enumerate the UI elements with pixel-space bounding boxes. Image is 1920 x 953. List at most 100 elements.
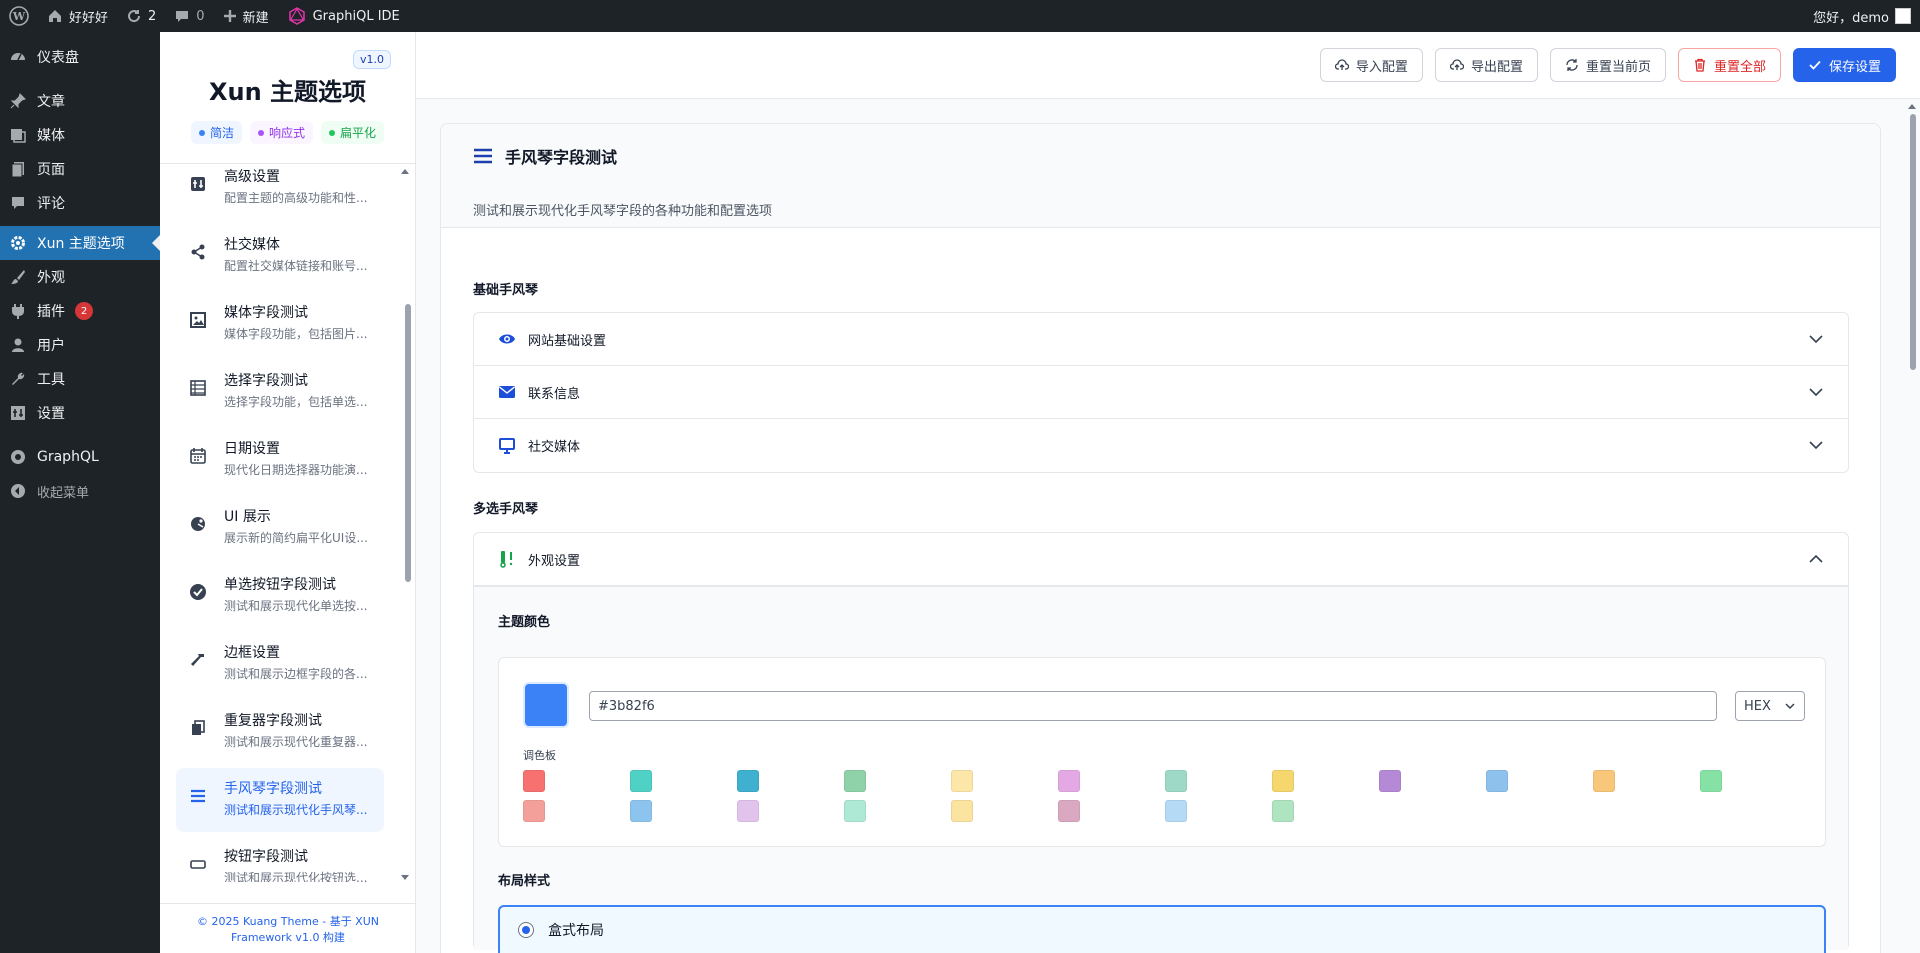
dashboard-icon xyxy=(9,48,27,66)
nav-item-advanced[interactable]: 高级设置 配置主题的高级功能和性... xyxy=(176,164,384,220)
main-scroll-up-arrow-icon[interactable] xyxy=(1908,104,1916,109)
menu-item-xun-theme-options[interactable]: Xun 主题选项 xyxy=(0,226,160,260)
accordion-item-social[interactable]: 社交媒体 xyxy=(474,419,1848,472)
accordion-item-contact[interactable]: 联系信息 xyxy=(474,366,1848,419)
options-toolbar: 导入配置 导出配置 重置当前页 重置全部 保存设置 xyxy=(416,32,1920,99)
menu-item-comments[interactable]: 评论 xyxy=(0,186,160,220)
comments-link[interactable]: 0 xyxy=(165,0,213,32)
palette-swatch[interactable] xyxy=(844,800,866,822)
palette-swatch[interactable] xyxy=(951,800,973,822)
menu-item-tools[interactable]: 工具 xyxy=(0,362,160,396)
nav-item-ui-showcase[interactable]: UI 展示 展示新的简约扁平化UI设... xyxy=(176,496,384,560)
collapse-icon xyxy=(9,482,27,500)
options-footer: © 2025 Kuang Theme - 基于 XUN Framework v1… xyxy=(160,903,416,953)
menu-item-settings[interactable]: 设置 xyxy=(0,396,160,430)
sidebar-scroll-thumb[interactable] xyxy=(405,304,411,582)
palette-swatch[interactable] xyxy=(1379,770,1401,792)
nav-item-social[interactable]: 社交媒体 配置社交媒体链接和账号... xyxy=(176,224,384,288)
main-scroll-thumb[interactable] xyxy=(1910,114,1916,370)
nav-item-button-fields[interactable]: 按钮字段测试 测试和展示现代化按钮选... xyxy=(176,836,384,882)
options-title: Xun 主题选项 xyxy=(208,78,367,106)
palette-swatch[interactable] xyxy=(737,800,759,822)
nav-desc: 测试和展示现代化手风琴... xyxy=(224,803,368,817)
accordion-item-appearance[interactable]: 外观设置 xyxy=(474,533,1848,586)
chevron-down-icon xyxy=(1809,335,1823,344)
nav-item-media-fields[interactable]: 媒体字段测试 媒体字段功能，包括图片... xyxy=(176,292,384,356)
media-icon xyxy=(9,126,27,144)
radio-selected[interactable] xyxy=(518,922,534,938)
palette-swatch[interactable] xyxy=(1058,770,1080,792)
nav-item-accordion[interactable]: 手风琴字段测试 测试和展示现代化手风琴... xyxy=(176,768,384,832)
accordion-panel-appearance: 主题颜色 HEX 调色板 布局样式 盒式布局 xyxy=(474,586,1848,953)
save-settings-button[interactable]: 保存设置 xyxy=(1792,48,1896,82)
color-preview-swatch[interactable] xyxy=(523,682,569,728)
refresh-icon xyxy=(128,10,141,23)
color-hex-input[interactable] xyxy=(589,691,1717,721)
new-content-link[interactable]: 新建 xyxy=(214,0,278,32)
nav-item-select-fields[interactable]: 选择字段测试 选择字段功能，包括单选... xyxy=(176,360,384,424)
collapse-menu-button[interactable]: 收起菜单 xyxy=(0,474,160,508)
palette-swatch[interactable] xyxy=(1058,800,1080,822)
chevron-down-icon xyxy=(1785,703,1795,710)
import-config-button[interactable]: 导入配置 xyxy=(1319,48,1423,82)
palette-swatch[interactable] xyxy=(1700,770,1722,792)
dot-icon xyxy=(257,129,264,136)
nav-item-radio-fields[interactable]: 单选按钮字段测试 测试和展示现代化单选按... xyxy=(176,564,384,628)
comment-icon xyxy=(176,11,189,22)
accordion-item-site-basic[interactable]: 网站基础设置 xyxy=(474,313,1848,366)
import-label: 导入配置 xyxy=(1355,59,1408,75)
site-name-link[interactable]: 好好好 xyxy=(38,0,117,32)
image-icon xyxy=(188,310,208,330)
scroll-down-arrow-icon[interactable] xyxy=(401,875,409,880)
menu-item-appearance[interactable]: 外观 xyxy=(0,260,160,294)
my-account-link[interactable]: 您好，demo xyxy=(1804,0,1920,32)
footer-line-2: Framework v1.0 构建 xyxy=(231,931,345,944)
nav-desc: 配置社交媒体链接和账号... xyxy=(224,259,368,273)
color-format-select[interactable]: HEX xyxy=(1735,691,1805,721)
menu-label: 页面 xyxy=(37,162,65,178)
wordpress-icon: W xyxy=(9,6,29,26)
menu-item-plugins[interactable]: 插件 2 xyxy=(0,294,160,328)
multi-accordion: 外观设置 主题颜色 HEX 调色板 布局样式 xyxy=(473,532,1849,953)
palette-swatch[interactable] xyxy=(737,770,759,792)
palette-swatch[interactable] xyxy=(1272,770,1294,792)
options-sidebar: v1.0 Xun 主题选项 简洁 响应式 扁平化 高级设置 配置主题的高级功能和性… xyxy=(160,32,416,953)
menu-item-media[interactable]: 媒体 xyxy=(0,118,160,152)
export-config-button[interactable]: 导出配置 xyxy=(1434,48,1538,82)
layout-option-boxed[interactable]: 盒式布局 xyxy=(498,905,1826,953)
sidebar-scrollbar[interactable] xyxy=(405,174,411,894)
menu-item-posts[interactable]: 文章 xyxy=(0,84,160,118)
version-badge: v1.0 xyxy=(352,50,391,69)
nav-item-date[interactable]: 日期设置 现代化日期选择器功能演... xyxy=(176,428,384,492)
nav-item-repeater[interactable]: 重复器字段测试 测试和展示现代化重复器... xyxy=(176,700,384,764)
palette-swatch[interactable] xyxy=(1165,770,1187,792)
updates-link[interactable]: 2 xyxy=(117,0,165,32)
comments-count: 0 xyxy=(196,8,205,24)
palette-swatch[interactable] xyxy=(523,800,545,822)
menu-item-pages[interactable]: 页面 xyxy=(0,152,160,186)
chevron-down-icon xyxy=(1809,388,1823,397)
palette-swatch[interactable] xyxy=(951,770,973,792)
palette-swatch[interactable] xyxy=(1593,770,1615,792)
chevron-down-icon xyxy=(1809,441,1823,450)
palette-swatch[interactable] xyxy=(1486,770,1508,792)
graphiql-link[interactable]: GraphiQL IDE xyxy=(278,0,409,32)
home-icon xyxy=(49,10,61,22)
reset-page-button[interactable]: 重置当前页 xyxy=(1549,48,1666,82)
reset-all-button[interactable]: 重置全部 xyxy=(1677,48,1781,82)
menu-item-users[interactable]: 用户 xyxy=(0,328,160,362)
palette-swatch[interactable] xyxy=(844,770,866,792)
advanced-icon xyxy=(188,174,208,194)
menu-item-graphql[interactable]: GraphQL xyxy=(0,440,160,474)
color-format-value: HEX xyxy=(1744,698,1771,714)
palette-swatch[interactable] xyxy=(630,770,652,792)
palette-swatch[interactable] xyxy=(630,800,652,822)
palette-swatch[interactable] xyxy=(1272,800,1294,822)
main-scrollbar[interactable] xyxy=(1910,114,1918,953)
nav-desc: 测试和展示边框字段的各... xyxy=(224,667,368,681)
palette-swatch[interactable] xyxy=(523,770,545,792)
nav-item-border[interactable]: 边框设置 测试和展示边框字段的各... xyxy=(176,632,384,696)
wordpress-logo-button[interactable]: W xyxy=(0,0,38,32)
palette-swatch[interactable] xyxy=(1165,800,1187,822)
menu-item-dashboard[interactable]: 仪表盘 xyxy=(0,40,160,74)
